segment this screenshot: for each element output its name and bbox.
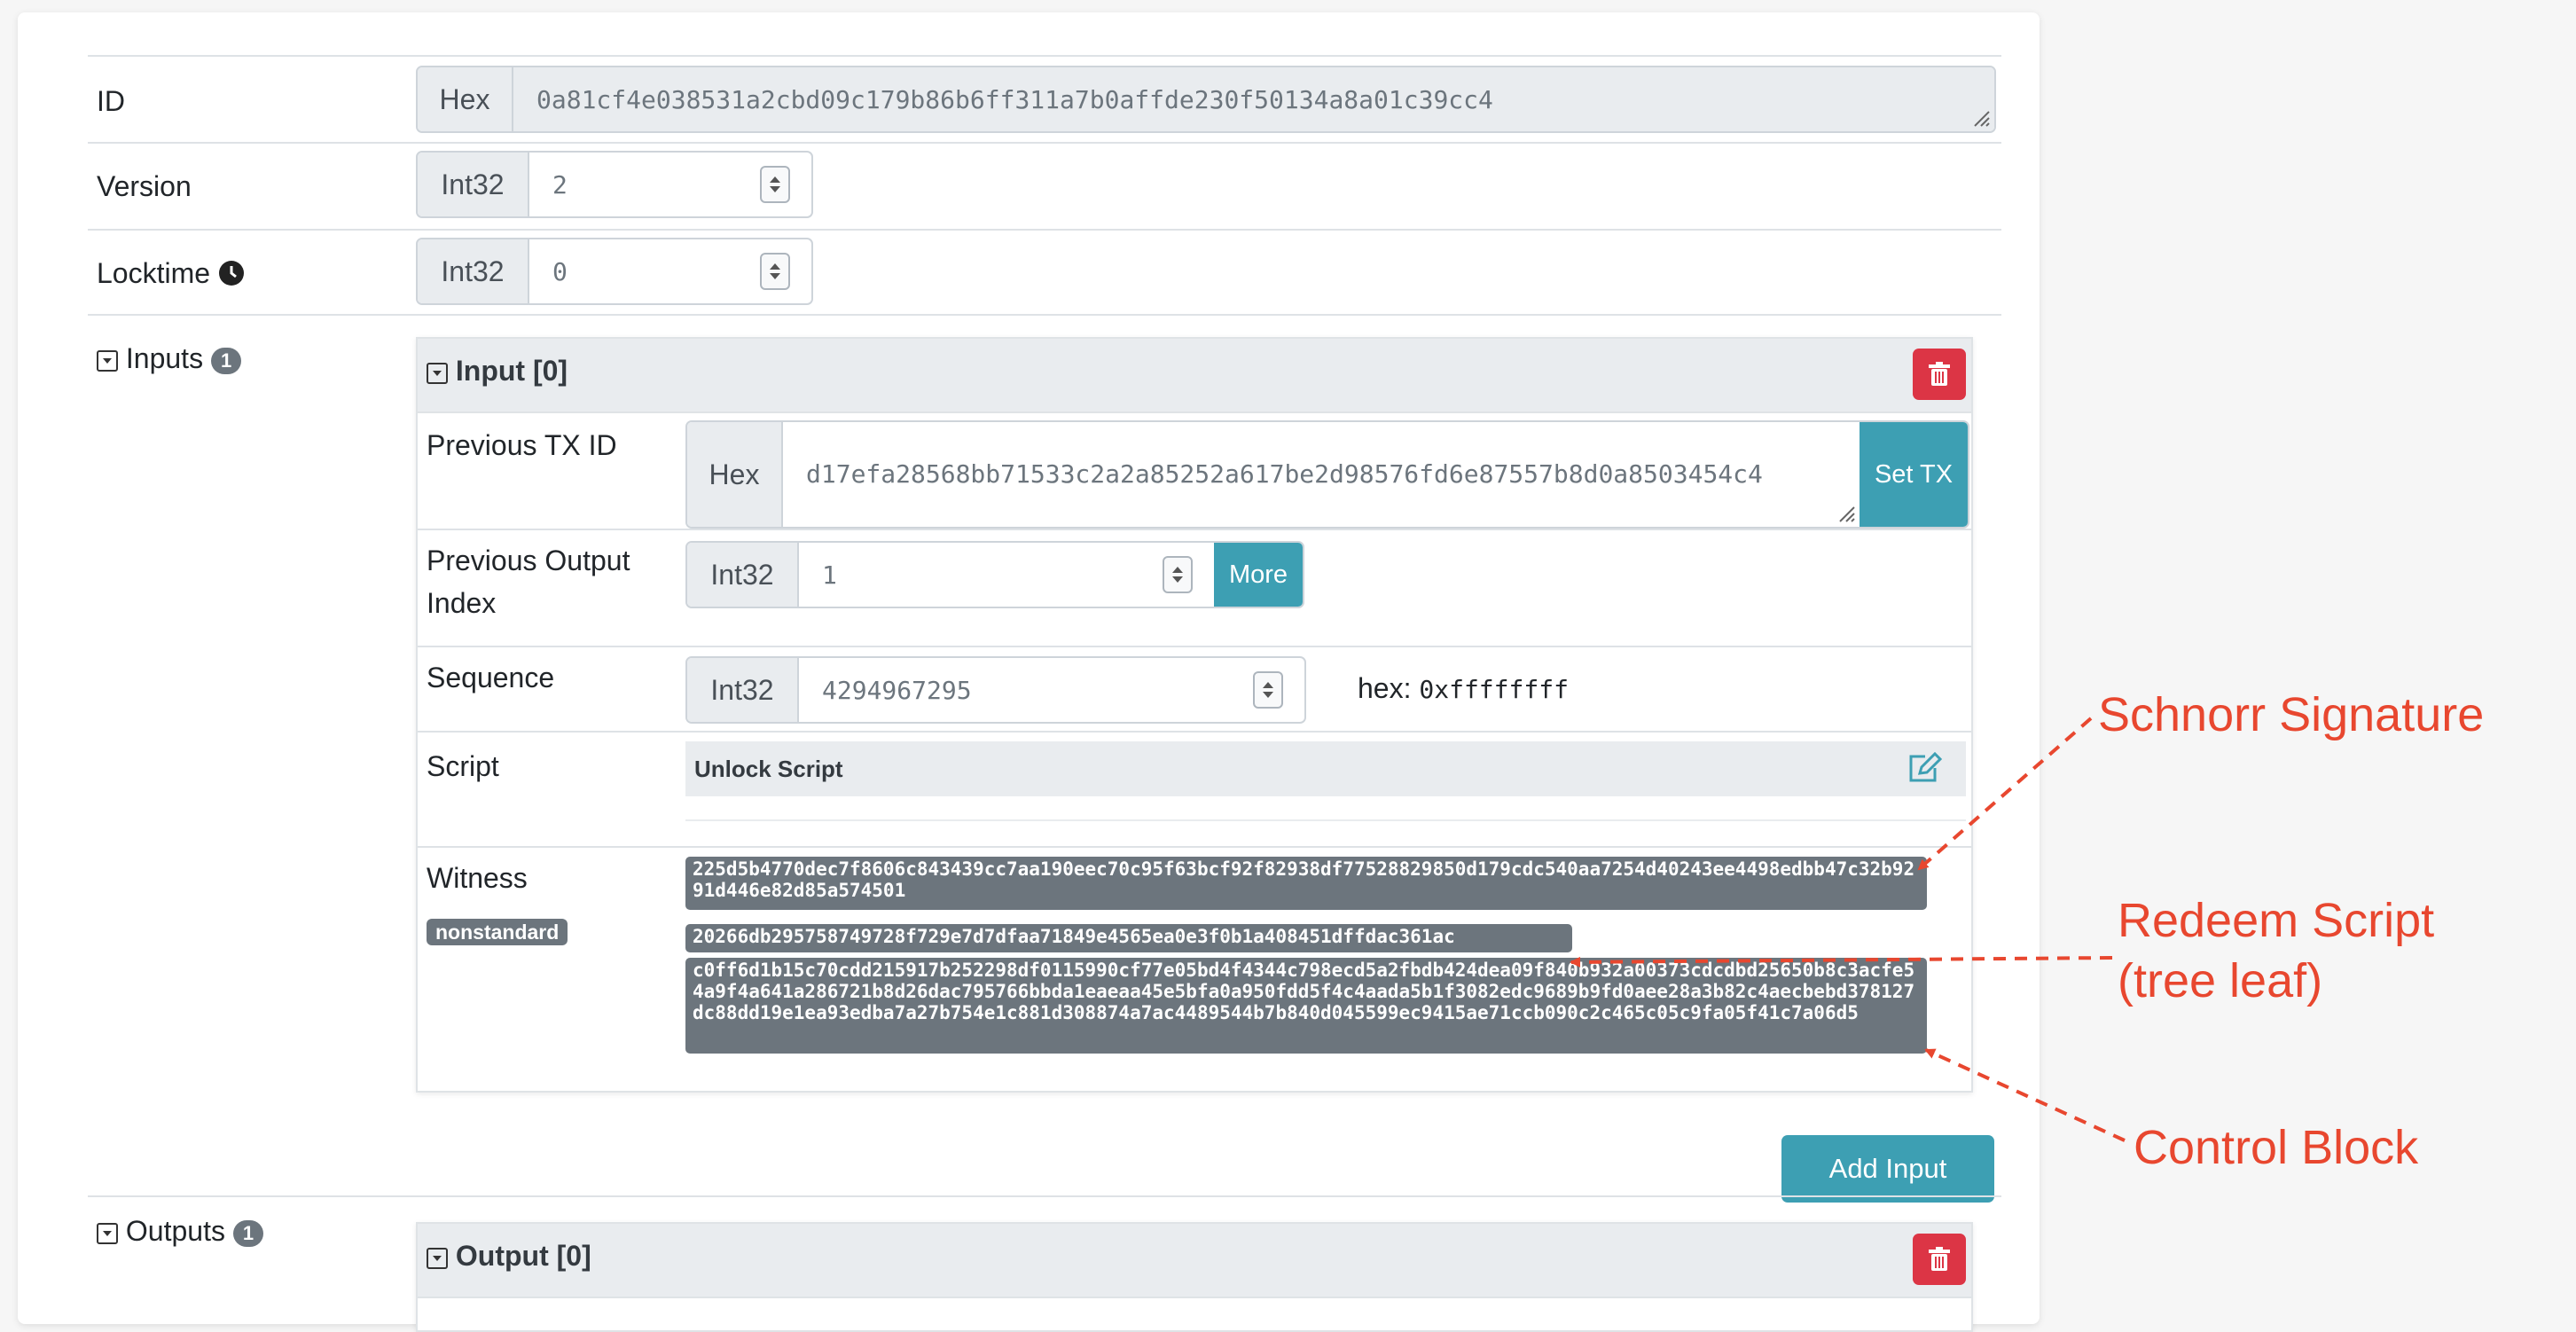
outputs-section: Outputs 1 Output [0] (88, 1195, 2001, 1332)
output-card-header: Output [0] (418, 1224, 1971, 1298)
prev-output-index-spinner[interactable] (1163, 556, 1193, 593)
witness-label: Witness (427, 862, 528, 894)
locktime-field[interactable]: 0 (529, 239, 811, 303)
id-input-group[interactable]: Hex 0a81cf4e038531a2cbd09c179b86b6ff311a… (416, 66, 1996, 133)
witness-row: Witness nonstandard 225d5b4770dec7f8606c… (418, 846, 1971, 1093)
output-card-title: Output [0] (455, 1240, 591, 1272)
annotation-redeem-line2: (tree leaf) (2118, 954, 2323, 1007)
prev-txid-prefix: Hex (687, 422, 783, 527)
set-tx-button[interactable]: Set TX (1860, 422, 1968, 527)
id-prefix: Hex (418, 67, 513, 131)
version-spinner[interactable] (760, 166, 790, 203)
add-input-button[interactable]: Add Input (1781, 1135, 1994, 1203)
prev-txid-row: Previous TX ID Hex d17efa28568bb71533c2a… (418, 411, 1971, 529)
sequence-field[interactable]: 4294967295 (799, 658, 1304, 722)
prev-output-index-value: 1 (822, 560, 837, 590)
inputs-count-badge: 1 (210, 347, 242, 374)
prev-output-index-label: Previous Output Index (427, 545, 630, 619)
sequence-prefix: Int32 (687, 658, 799, 722)
witness-item-redeem-script: 20266db295758749728f729e7d7dfaa71849e456… (685, 924, 1572, 952)
id-row: ID Hex 0a81cf4e038531a2cbd09c179b86b6ff3… (88, 55, 2001, 142)
locktime-label: Locktime (97, 254, 245, 293)
input-card-title: Input [0] (455, 355, 568, 387)
trash-icon (1929, 362, 1950, 386)
sequence-hex-value: 0xffffffff (1419, 675, 1569, 704)
prev-txid-label: Previous TX ID (427, 429, 617, 461)
input-card: Input [0] Previous TX ID Hex d17efa28568… (416, 337, 1973, 1093)
version-value: 2 (552, 169, 568, 200)
locktime-spinner[interactable] (760, 253, 790, 290)
output-card-title-wrap[interactable]: Output [0] (427, 1240, 591, 1273)
inputs-toggle[interactable]: Inputs 1 (97, 339, 242, 378)
input-card-title-wrap[interactable]: Input [0] (427, 355, 568, 388)
id-label: ID (97, 85, 125, 117)
outputs-toggle[interactable]: Outputs 1 (97, 1211, 264, 1250)
inputs-section: Inputs 1 Input [0] Previous TX ID Hex d1… (88, 314, 2001, 1211)
trash-icon (1929, 1247, 1950, 1271)
prev-txid-field[interactable]: d17efa28568bb71533c2a2a85252a617be2d9857… (783, 422, 1860, 527)
sequence-hex: hex: 0xffffffff (1358, 669, 1569, 709)
id-field[interactable]: 0a81cf4e038531a2cbd09c179b86b6ff311a7b0a… (513, 67, 1994, 131)
locktime-value: 0 (552, 256, 568, 286)
resize-grip-icon[interactable] (1836, 504, 1856, 523)
script-row: Script Unlock Script (418, 731, 1971, 848)
collapse-icon[interactable] (97, 1222, 118, 1244)
sequence-value: 4294967295 (822, 675, 972, 705)
version-field[interactable]: 2 (529, 153, 811, 216)
prev-txid-input-group[interactable]: Hex d17efa28568bb71533c2a2a85252a617be2d… (685, 420, 1969, 529)
delete-output-button[interactable] (1913, 1234, 1966, 1285)
sequence-hex-label: hex: (1358, 672, 1412, 704)
edit-icon[interactable] (1907, 752, 1943, 784)
inputs-label: Inputs (125, 342, 204, 374)
collapse-icon[interactable] (427, 362, 448, 384)
outputs-label: Outputs (125, 1215, 225, 1247)
resize-grip-icon[interactable] (1971, 108, 1991, 128)
version-row: Version Int32 2 (88, 142, 2001, 229)
prev-output-index-prefix: Int32 (687, 543, 799, 607)
witness-type-badge: nonstandard (427, 919, 568, 945)
prev-output-index-field[interactable]: 1 (799, 543, 1214, 607)
sequence-row: Sequence Int32 4294967295 hex: 0xfffffff… (418, 646, 1971, 733)
annotation-schnorr-signature: Schnorr Signature (2098, 688, 2485, 741)
unlock-script-header: Unlock Script (685, 741, 1966, 796)
locktime-prefix: Int32 (418, 239, 529, 303)
prev-output-index-row: Previous Output Index Int32 1 More (418, 529, 1971, 647)
sequence-input-group[interactable]: Int32 4294967295 (685, 656, 1306, 724)
output-card: Output [0] (416, 1222, 1973, 1332)
locktime-label-text: Locktime (97, 257, 211, 289)
annotation-redeem-line1: Redeem Script (2118, 894, 2435, 947)
witness-item-signature: 225d5b4770dec7f8606c843439cc7aa190eec70c… (685, 857, 1927, 910)
input-card-header: Input [0] (418, 339, 1971, 413)
annotation-control-block: Control Block (2134, 1121, 2419, 1174)
transaction-panel: ID Hex 0a81cf4e038531a2cbd09c179b86b6ff3… (18, 12, 2040, 1332)
locktime-input-group[interactable]: Int32 0 (416, 238, 813, 305)
more-button[interactable]: More (1214, 543, 1303, 607)
script-label: Script (427, 750, 499, 782)
clock-icon[interactable] (218, 260, 245, 286)
delete-input-button[interactable] (1913, 349, 1966, 400)
annotation-redeem-script: Redeem Script (tree leaf) (2118, 890, 2434, 1011)
unlock-script-title: Unlock Script (694, 756, 843, 782)
collapse-icon[interactable] (427, 1247, 448, 1269)
collapse-icon[interactable] (97, 349, 118, 372)
prev-txid-value: d17efa28568bb71533c2a2a85252a617be2d9857… (806, 459, 1763, 489)
witness-item-control-block: c0ff6d1b15c70cdd215917b252298df0115990cf… (685, 958, 1927, 1054)
unlock-script-box: Unlock Script (685, 741, 1966, 821)
version-input-group[interactable]: Int32 2 (416, 151, 813, 218)
version-label: Version (97, 170, 192, 202)
locktime-row: Locktime Int32 0 (88, 229, 2001, 316)
version-prefix: Int32 (418, 153, 529, 216)
outputs-count-badge: 1 (232, 1219, 264, 1247)
sequence-spinner[interactable] (1253, 671, 1283, 709)
sequence-label: Sequence (427, 662, 555, 693)
prev-output-index-input-group[interactable]: Int32 1 More (685, 541, 1304, 608)
